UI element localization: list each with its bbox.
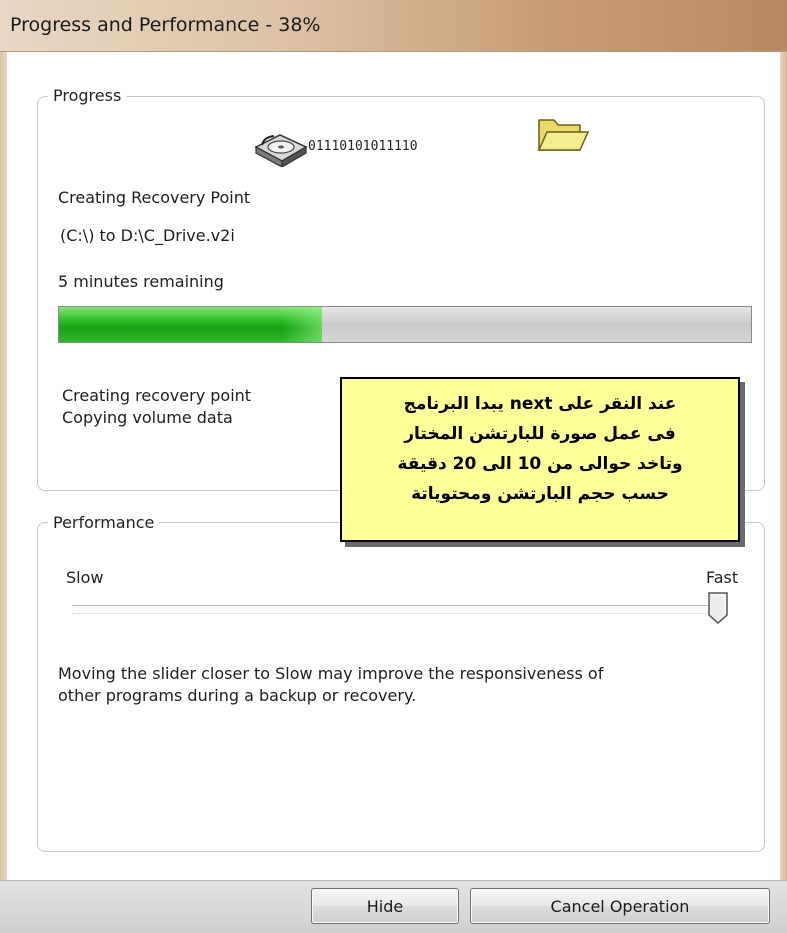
window-right-border: [780, 52, 787, 880]
callout-line: وتاخد حوالى من 10 الى 20 دقيقة: [397, 454, 683, 474]
hide-button[interactable]: Hide: [311, 888, 459, 924]
performance-slider-thumb[interactable]: [706, 591, 730, 625]
time-remaining: 5 minutes remaining: [58, 272, 224, 291]
open-folder-icon: [537, 119, 590, 151]
task-detail: (C:\) to D:\C_Drive.v2i: [60, 226, 235, 245]
arabic-annotation-callout: عند النقر على next يبدا البرنامج فى عمل …: [340, 377, 740, 542]
cancel-operation-button[interactable]: Cancel Operation: [470, 888, 770, 924]
performance-slider-track[interactable]: [72, 605, 722, 607]
slow-label: Slow: [66, 568, 104, 587]
status-line-1: Creating recovery point: [62, 386, 252, 405]
slider-tick-line: [72, 613, 722, 614]
title-bar[interactable]: Progress and Performance - 38%: [0, 0, 787, 52]
performance-group-label: Performance: [48, 513, 160, 532]
callout-line: حسب حجم البارتشن ومحتوياتة: [411, 484, 669, 504]
binary-data-text: 01110101011110: [308, 139, 418, 154]
window-title: Progress and Performance - 38%: [10, 14, 321, 36]
task-title: Creating Recovery Point: [58, 188, 251, 207]
callout-line: فى عمل صورة للبارتشن المختار: [404, 424, 676, 444]
fast-label: Fast: [706, 568, 739, 587]
performance-description-1: Moving the slider closer to Slow may imp…: [58, 664, 604, 683]
callout-line: عند النقر على next يبدا البرنامج: [403, 394, 677, 414]
progress-bar: [58, 306, 752, 343]
status-line-2: Copying volume data: [62, 408, 233, 427]
progress-bar-fill: [59, 307, 322, 342]
window-left-border: [0, 52, 7, 880]
hard-disk-icon: [254, 134, 308, 167]
progress-group-label: Progress: [48, 86, 127, 105]
performance-description-2: other programs during a backup or recove…: [58, 686, 417, 705]
